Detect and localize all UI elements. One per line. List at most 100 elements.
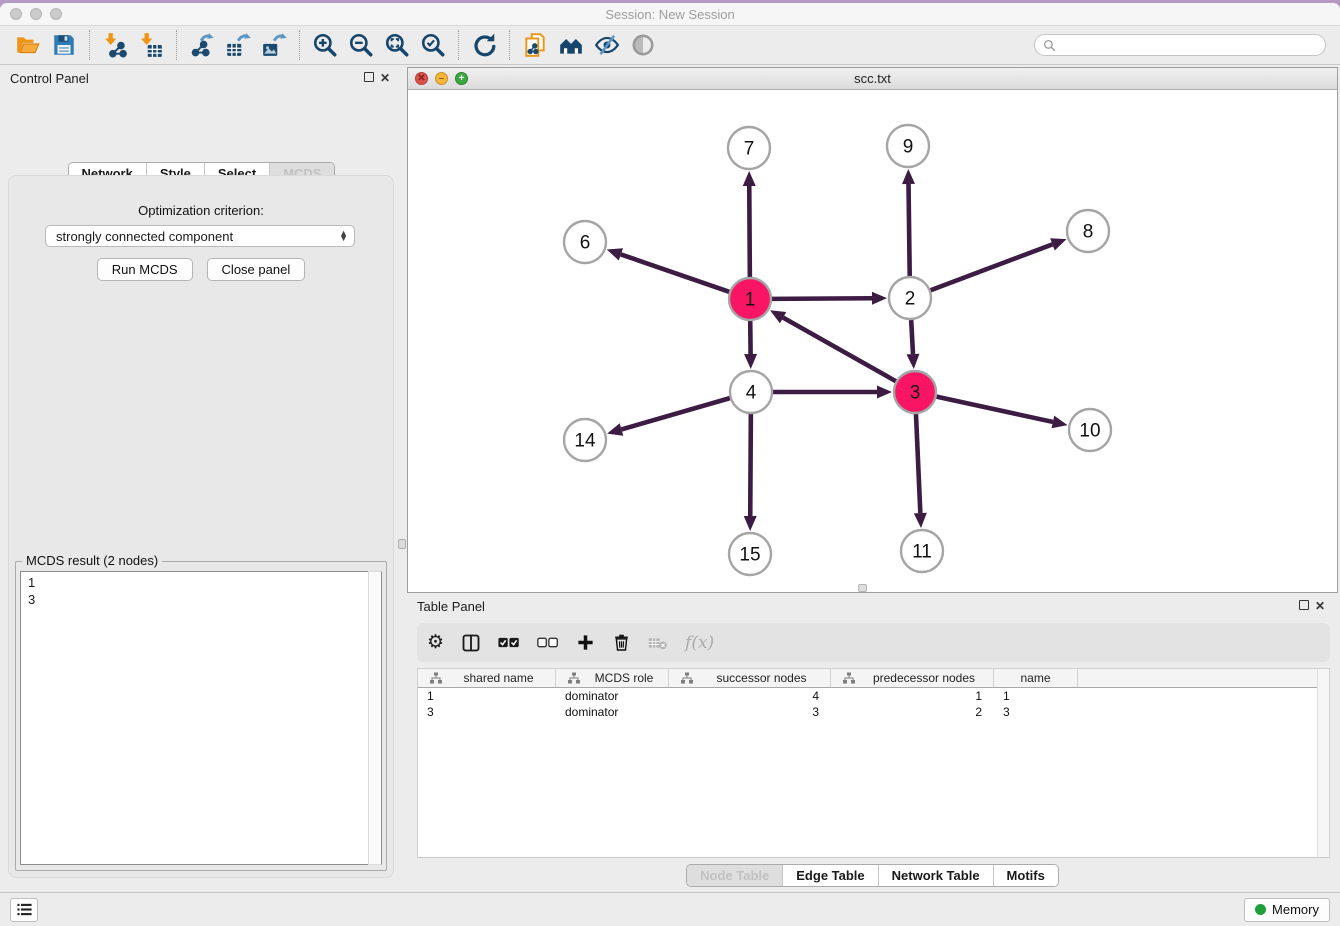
edge-1-2[interactable] [772, 292, 887, 305]
unselect-all-columns-button[interactable] [537, 636, 559, 649]
tab-node-table[interactable]: Node Table [687, 865, 782, 886]
show-hide-style-button[interactable] [589, 29, 625, 61]
node-4[interactable]: 4 [730, 371, 772, 413]
criterion-value: strongly connected component [56, 229, 339, 244]
control-panel-close-button[interactable]: ✕ [377, 71, 393, 85]
tab-motifs[interactable]: Motifs [993, 865, 1058, 886]
edge-4-15[interactable] [744, 414, 757, 531]
edge-3-1[interactable] [770, 310, 896, 381]
node-6[interactable]: 6 [564, 221, 606, 263]
create-column-button[interactable] [576, 633, 595, 652]
search-input[interactable] [1061, 38, 1317, 52]
show-column-button[interactable] [461, 633, 481, 653]
status-bar: Memory [0, 892, 1340, 926]
first-neighbors-button[interactable] [553, 29, 589, 61]
zoom-selected-button[interactable] [415, 29, 451, 61]
search-field[interactable] [1034, 34, 1326, 56]
edge-2-8[interactable] [931, 238, 1067, 290]
edge-3-10[interactable] [936, 397, 1067, 429]
mcds-panel: Optimization criterion: strongly connect… [8, 175, 394, 878]
network-view-window: ✕ – + scc.txt 7968124314101511 [407, 67, 1338, 593]
run-mcds-button[interactable]: Run MCDS [97, 258, 193, 281]
svg-text:4: 4 [746, 383, 757, 404]
mcds-result-list[interactable]: 1 3 [20, 571, 382, 865]
clone-network-button[interactable] [517, 29, 553, 61]
edge-2-9[interactable] [902, 169, 915, 276]
open-session-button[interactable] [10, 29, 46, 61]
svg-text:6: 6 [580, 233, 591, 254]
node-3[interactable]: 3 [894, 371, 936, 413]
node-11[interactable]: 11 [901, 530, 943, 572]
houses-icon [558, 32, 584, 58]
edge-1-6[interactable] [607, 248, 729, 292]
table-cell: 3 [669, 705, 831, 719]
column-header-shared-name[interactable]: shared name [418, 669, 556, 687]
dropdown-stepper-icon: ▲▼ [339, 231, 348, 241]
table-options-button[interactable]: ⚙ [427, 631, 444, 654]
network-canvas[interactable]: 7 9 6 8 1 2 4 3 14 10 15 11 [408, 90, 1337, 592]
node-9[interactable]: 9 [887, 125, 929, 167]
application-window: Session: New Session [0, 0, 1340, 926]
column-header-successor-nodes[interactable]: successor nodes [669, 669, 831, 687]
delete-table-button [648, 636, 668, 650]
control-panel-float-button[interactable] [361, 71, 377, 85]
main-toolbar [0, 26, 1340, 65]
column-header-MCDS-role[interactable]: MCDS role [556, 669, 669, 687]
close-panel-button[interactable]: Close panel [207, 258, 306, 281]
table-scrollbar[interactable] [1317, 669, 1329, 857]
select-all-columns-button[interactable] [498, 636, 520, 649]
delete-columns-button[interactable] [612, 633, 631, 652]
import-network-button[interactable] [97, 29, 133, 61]
mcds-result-group: MCDS result (2 nodes) 1 3 [15, 561, 387, 871]
panel-divider-grip[interactable] [398, 539, 406, 549]
export-network-button[interactable] [184, 29, 220, 61]
edge-4-3[interactable] [773, 386, 892, 399]
apply-layout-button[interactable] [466, 29, 502, 61]
tab-edge-table[interactable]: Edge Table [782, 865, 877, 886]
eye-button[interactable] [625, 29, 661, 61]
window-title: Session: New Session [0, 7, 1340, 22]
criterion-dropdown[interactable]: strongly connected component ▲▼ [45, 225, 355, 247]
toolbar-separator [509, 30, 510, 60]
edge-4-14[interactable] [607, 398, 730, 436]
edge-1-4[interactable] [744, 321, 757, 369]
table-row[interactable]: 3dominator323 [418, 704, 1329, 720]
node-2[interactable]: 2 [889, 277, 931, 319]
node-1[interactable]: 1 [729, 278, 771, 320]
table-panel-close-button[interactable]: ✕ [1312, 599, 1328, 613]
export-table-button[interactable] [220, 29, 256, 61]
table-cell: 1 [831, 689, 994, 703]
column-tree-icon [675, 672, 693, 684]
table-cell: 3 [418, 705, 556, 719]
edge-2-3[interactable] [906, 320, 919, 369]
edge-3-11[interactable] [914, 414, 927, 528]
zoom-in-button[interactable] [307, 29, 343, 61]
node-table: shared nameMCDS rolesuccessor nodesprede… [417, 668, 1330, 858]
tab-network-table[interactable]: Network Table [878, 865, 993, 886]
table-cell: 3 [994, 705, 1078, 719]
zoom-out-button[interactable] [343, 29, 379, 61]
table-panel-float-button[interactable] [1296, 599, 1312, 613]
edge-1-7[interactable] [743, 171, 756, 277]
column-header-predecessor-nodes[interactable]: predecessor nodes [831, 669, 994, 687]
window-titlebar: Session: New Session [0, 3, 1340, 26]
memory-label: Memory [1272, 902, 1319, 917]
checked-boxes-icon [498, 636, 520, 649]
zoom-fit-button[interactable] [379, 29, 415, 61]
canvas-divider-grip[interactable] [858, 584, 867, 592]
result-scrollbar[interactable] [368, 571, 382, 865]
table-header-row: shared nameMCDS rolesuccessor nodesprede… [418, 669, 1329, 688]
table-row[interactable]: 1dominator411 [418, 688, 1329, 704]
import-table-button[interactable] [133, 29, 169, 61]
show-panels-button[interactable] [10, 898, 38, 922]
node-10[interactable]: 10 [1069, 409, 1111, 451]
eye-disabled-icon [630, 32, 656, 58]
memory-button[interactable]: Memory [1244, 898, 1330, 922]
node-7[interactable]: 7 [728, 127, 770, 169]
export-image-button[interactable] [256, 29, 292, 61]
save-session-button[interactable] [46, 29, 82, 61]
node-8[interactable]: 8 [1067, 210, 1109, 252]
node-15[interactable]: 15 [729, 533, 771, 575]
node-14[interactable]: 14 [564, 419, 606, 461]
column-header-name[interactable]: name [994, 669, 1078, 687]
